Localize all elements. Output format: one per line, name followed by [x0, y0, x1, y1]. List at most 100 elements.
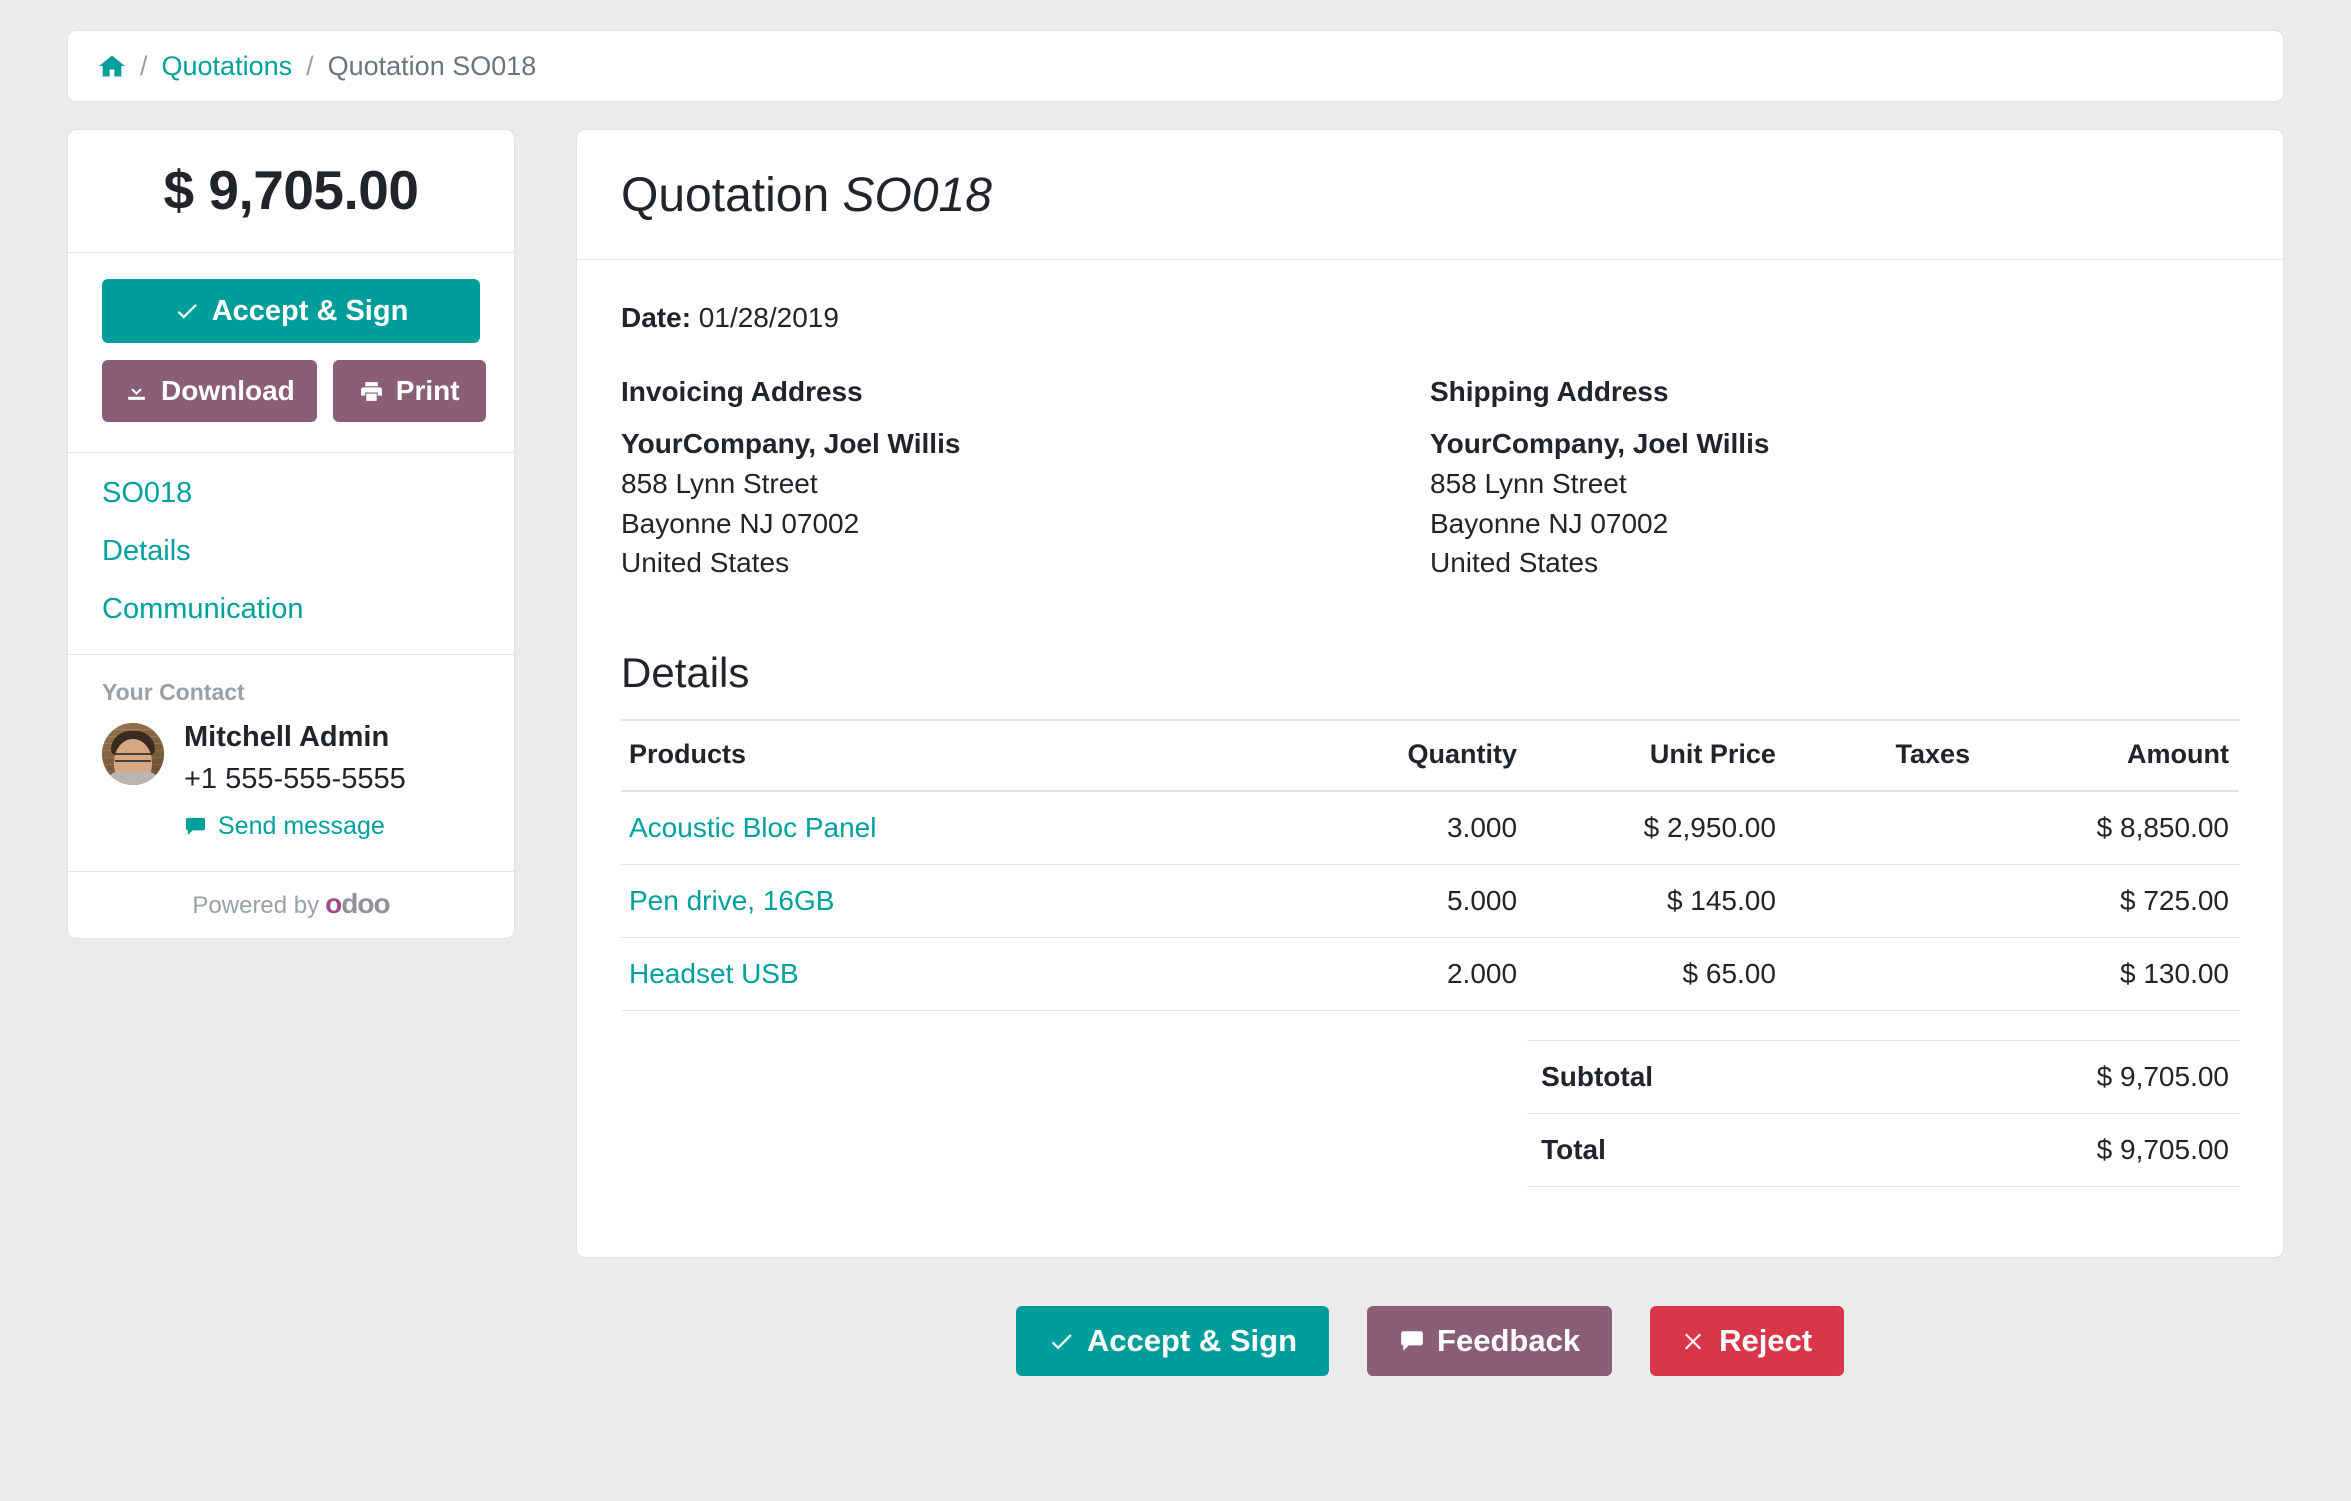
- details-heading: Details: [621, 649, 750, 696]
- breadcrumb: / Quotations / Quotation SO018: [67, 30, 2284, 102]
- send-message-label: Send message: [218, 811, 385, 840]
- quotation-header: Quotation SO018: [577, 130, 2283, 260]
- odoo-logo-rest: doo: [341, 887, 390, 919]
- sidebar-actions: Accept & Sign Download Print: [68, 253, 514, 453]
- row-amount: $ 725.00: [1980, 864, 2239, 938]
- sidebar-card: $ 9,705.00 Accept & Sign Download Print …: [67, 129, 515, 939]
- header-unit-price: Unit Price: [1527, 719, 1786, 792]
- invoicing-address-line1: 858 Lynn Street: [621, 467, 818, 499]
- close-icon: [1682, 1329, 1707, 1354]
- sidebar-nav: SO018 Details Communication: [68, 453, 514, 655]
- breadcrumb-home-link[interactable]: [98, 52, 126, 80]
- product-link[interactable]: Headset USB: [629, 958, 799, 989]
- order-lines-body: Acoustic Bloc Panel 3.000 $ 2,950.00 $ 8…: [621, 791, 2239, 1187]
- comment-icon: [184, 815, 207, 838]
- row-unit-price: $ 145.00: [1527, 864, 1786, 938]
- sidebar-link-details[interactable]: Details: [102, 537, 480, 566]
- subtotal-label: Subtotal: [1527, 1040, 1981, 1114]
- shipping-address-heading: Shipping Address: [1430, 376, 1669, 407]
- subtotal-row: Subtotal $ 9,705.00: [621, 1040, 2239, 1114]
- total-row: Total $ 9,705.00: [621, 1113, 2239, 1187]
- table-row: Pen drive, 16GB 5.000 $ 145.00 $ 725.00: [621, 864, 2239, 938]
- breadcrumb-separator-2: /: [306, 50, 314, 81]
- footer-feedback-label: Feedback: [1437, 1323, 1581, 1358]
- footer-actions: Accept & Sign Feedback Reject: [576, 1306, 2284, 1376]
- breadcrumb-quotations-link[interactable]: Quotations: [162, 51, 293, 82]
- row-unit-price: $ 2,950.00: [1527, 791, 1786, 865]
- check-icon: [174, 298, 200, 324]
- accept-and-sign-button[interactable]: Accept & Sign: [102, 279, 480, 343]
- download-button[interactable]: Download: [102, 360, 317, 422]
- comment-icon: [1399, 1328, 1425, 1354]
- total-value: $ 9,705.00: [1980, 1113, 2239, 1187]
- sidebar-link-so018[interactable]: SO018: [102, 479, 480, 508]
- row-taxes: [1785, 791, 1981, 865]
- accept-and-sign-label: Accept & Sign: [211, 294, 409, 327]
- total-label: Total: [1527, 1113, 1981, 1187]
- avatar: [102, 723, 164, 785]
- main-column: Quotation SO018 Date: 01/28/2019 Invoici…: [576, 129, 2284, 1376]
- order-lines-head: Products Quantity Unit Price Taxes Amoun…: [621, 719, 2239, 792]
- header-amount: Amount: [1980, 719, 2239, 792]
- order-lines-table: Products Quantity Unit Price Taxes Amoun…: [621, 719, 2239, 1187]
- page-title: Quotation SO018: [621, 168, 2239, 223]
- footer-accept-label: Accept & Sign: [1086, 1323, 1298, 1358]
- shipping-address-line2: Bayonne NJ 07002: [1430, 507, 1669, 539]
- invoicing-address: Invoicing Address YourCompany, Joel Will…: [621, 376, 1430, 583]
- print-button[interactable]: Print: [332, 360, 486, 422]
- breadcrumb-separator-1: /: [140, 50, 148, 81]
- send-message-link[interactable]: Send message: [184, 812, 385, 841]
- row-amount: $ 8,850.00: [1980, 791, 2239, 865]
- row-unit-price: $ 65.00: [1527, 937, 1786, 1011]
- odoo-logo: odoo: [325, 887, 390, 919]
- row-quantity: 5.000: [1268, 864, 1528, 938]
- quotation-card: Quotation SO018 Date: 01/28/2019 Invoici…: [576, 129, 2284, 1258]
- contact-section-title: Your Contact: [102, 679, 245, 705]
- quotation-date: Date: 01/28/2019: [621, 302, 2239, 334]
- odoo-logo-first-letter: o: [325, 887, 342, 919]
- footer-reject-label: Reject: [1719, 1323, 1813, 1358]
- date-value: 01/28/2019: [698, 302, 839, 333]
- date-label: Date:: [621, 302, 692, 333]
- secondary-actions: Download Print: [102, 360, 486, 422]
- row-taxes: [1785, 864, 1981, 938]
- amount-section: $ 9,705.00: [68, 130, 514, 253]
- footer-accept-and-sign-button[interactable]: Accept & Sign: [1015, 1306, 1330, 1376]
- contact-name: Mitchell Admin: [184, 721, 390, 753]
- page-title-prefix: Quotation: [621, 169, 843, 222]
- page-title-reference: SO018: [842, 169, 992, 222]
- quotation-body: Date: 01/28/2019 Invoicing Address YourC…: [577, 260, 2283, 1257]
- portal-page: / Quotations / Quotation SO018 $ 9,705.0…: [0, 0, 2351, 1501]
- invoicing-address-line3: United States: [621, 547, 790, 579]
- shipping-address-line3: United States: [1430, 547, 1599, 579]
- check-icon: [1048, 1328, 1075, 1355]
- invoicing-address-line2: Bayonne NJ 07002: [621, 507, 860, 539]
- contact-phone: +1 555-555-5555: [184, 762, 406, 795]
- table-row: Headset USB 2.000 $ 65.00 $ 130.00: [621, 937, 2239, 1011]
- footer-feedback-button[interactable]: Feedback: [1367, 1306, 1613, 1376]
- sidebar-link-communication[interactable]: Communication: [102, 595, 480, 624]
- header-taxes: Taxes: [1785, 719, 1981, 792]
- footer-reject-button[interactable]: Reject: [1650, 1306, 1845, 1376]
- content-row: $ 9,705.00 Accept & Sign Download Print …: [67, 129, 2284, 1376]
- subtotal-value: $ 9,705.00: [1980, 1040, 2239, 1114]
- breadcrumb-current: Quotation SO018: [327, 50, 537, 81]
- shipping-address-line1: 858 Lynn Street: [1430, 467, 1627, 499]
- sidebar: $ 9,705.00 Accept & Sign Download Print …: [67, 129, 515, 939]
- product-link[interactable]: Pen drive, 16GB: [629, 885, 834, 916]
- home-icon: [98, 52, 126, 80]
- invoicing-address-heading: Invoicing Address: [621, 376, 863, 407]
- header-quantity: Quantity: [1268, 719, 1528, 792]
- table-spacer-row: [621, 1011, 2239, 1041]
- header-products: Products: [621, 719, 1269, 792]
- powered-by-label: Powered by: [192, 891, 320, 919]
- contact-section: Your Contact Mitchell Admin +1 555-555-5…: [68, 655, 514, 872]
- row-quantity: 2.000: [1268, 937, 1528, 1011]
- shipping-address-name: YourCompany, Joel Willis: [1430, 428, 1770, 459]
- product-link[interactable]: Acoustic Bloc Panel: [629, 812, 876, 843]
- row-quantity: 3.000: [1268, 791, 1528, 865]
- table-row: Acoustic Bloc Panel 3.000 $ 2,950.00 $ 8…: [621, 791, 2239, 865]
- row-taxes: [1785, 937, 1981, 1011]
- shipping-address: Shipping Address YourCompany, Joel Willi…: [1430, 376, 2239, 583]
- row-amount: $ 130.00: [1980, 937, 2239, 1011]
